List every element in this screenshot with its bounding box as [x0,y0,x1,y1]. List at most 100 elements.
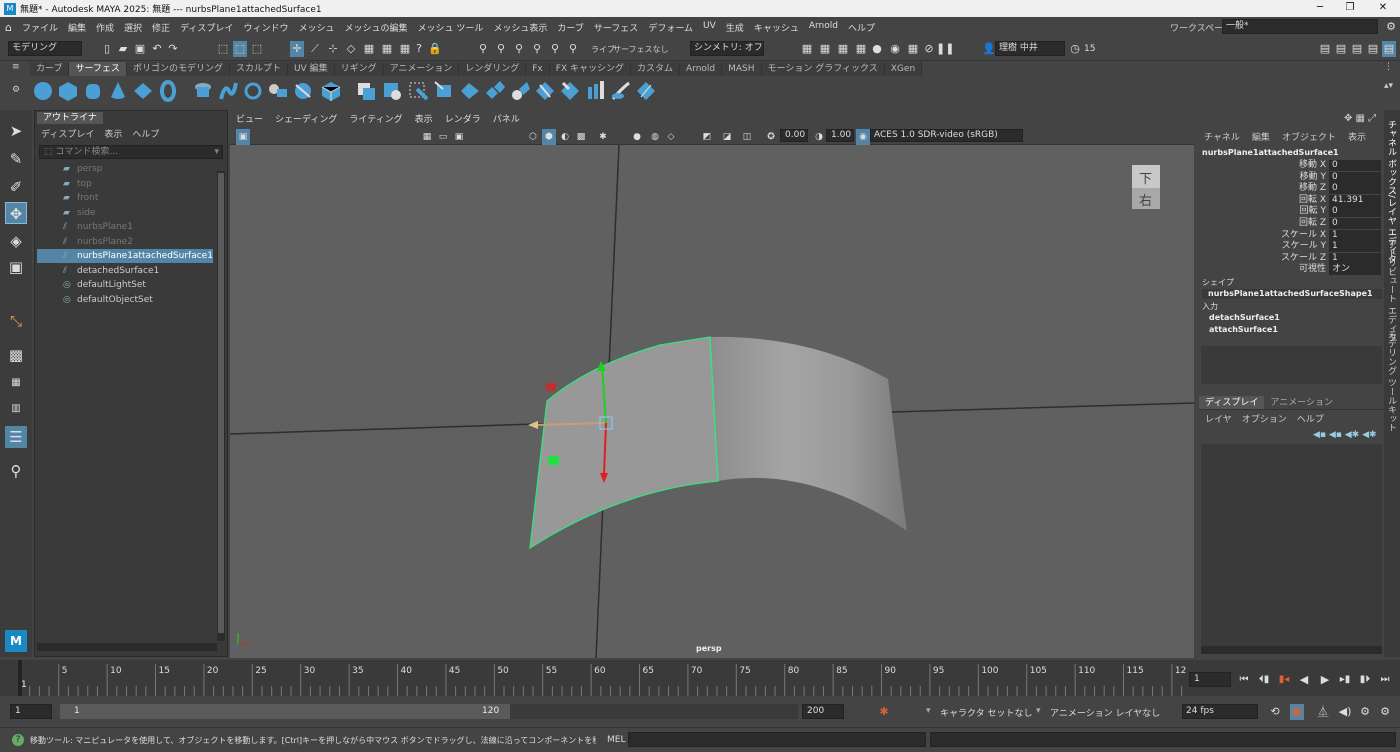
lights-icon[interactable]: ✱ [596,129,610,145]
step-forward-key-icon[interactable]: ▮⏵ [1358,672,1372,688]
bookmark-icon[interactable]: ⏅ [1316,704,1330,720]
notification-count[interactable]: 15 [1084,44,1095,54]
align-icon[interactable] [509,79,531,103]
snap-vertex-icon[interactable]: ▦ [380,41,394,57]
snap-curve-icon[interactable]: ⟋ [308,41,322,57]
shelf-tab[interactable]: スカルプト [230,62,288,76]
nurbs-cube-icon[interactable] [57,79,79,103]
film-gate-icon[interactable]: ▭ [436,129,450,145]
history-delete-icon[interactable]: ⚲ [566,41,580,57]
workspace-menu-icon[interactable]: ⚙ [1384,19,1398,35]
attribute-editor-icon[interactable]: ▤ [1334,41,1348,57]
wireframe-icon[interactable]: ⬡ [526,129,540,145]
channel-value[interactable]: 0 [1329,160,1381,171]
menu-item[interactable]: サーフェス [589,21,643,34]
current-frame-field[interactable]: 1 [1189,672,1231,687]
anim-layer-dropdown-icon[interactable]: ▾ [1036,706,1041,716]
menu-item[interactable]: ウィンドウ [238,21,293,34]
rotate-tool-icon[interactable]: ◈ [5,230,27,252]
menu-item[interactable]: ディスプレイ [175,21,238,34]
project-curve-icon[interactable] [381,79,403,103]
symmetry-dropdown[interactable]: シンメトリ: オフ [690,41,764,56]
snap-live-icon[interactable]: ▦ [398,41,412,57]
cache-icon[interactable]: ▦ [1290,704,1304,720]
shape-node[interactable]: nurbsPlane1attachedSurfaceShape1 [1202,289,1382,299]
nurbs-plane-icon[interactable] [132,79,154,103]
nurbs-sphere-icon[interactable] [32,79,54,103]
menu-item[interactable]: 生成 [721,21,749,34]
nurbs-torus-icon[interactable] [157,79,179,103]
viewport-scene[interactable]: 下 右 persp [230,145,1194,658]
extend-icon[interactable] [585,79,607,103]
shelf-tab[interactable]: MASH [722,62,762,76]
menu-item[interactable]: キャッシュ [749,21,804,34]
select-object-icon[interactable]: ⬚ [233,41,247,57]
scale-tool-icon[interactable]: ▣ [5,256,27,278]
outliner-item[interactable]: ▰ front [37,191,213,205]
arnold-render-icon[interactable]: ◉ [888,41,902,57]
insert-isoparm-icon[interactable] [559,79,581,103]
loop-icon[interactable]: ⟲ [1268,704,1282,720]
grid-icon[interactable]: ▦ [420,129,434,145]
outliner-menu-item[interactable]: ディスプレイ [41,127,94,140]
channel-value[interactable]: オン [1329,264,1381,276]
render-icon[interactable]: ▦ [818,41,832,57]
history-off-icon[interactable]: ⚲ [494,41,508,57]
attach-icon[interactable] [459,79,481,103]
planar-icon[interactable] [242,79,264,103]
search-icon[interactable]: ⚲ [5,460,27,482]
snap-surface-icon[interactable]: ▦ [362,41,376,57]
channel-row[interactable]: 移動 X0 [1199,160,1384,171]
shadows-icon[interactable]: ● [630,129,644,145]
outliner-item[interactable]: ◎ defaultObjectSet [37,293,213,307]
outliner-item[interactable]: ⫽ nurbsPlane1attachedSurface1 [37,249,213,263]
channel-row[interactable]: 回転 Z0 [1199,218,1384,229]
viewport-panel[interactable]: ビュー シェーディング ライティング 表示 レンダラ パネル ▣ ▦ ▭ ▣ ⬡ ⬢ ◐ … [230,112,1194,658]
layer-menu-item[interactable]: レイヤ [1205,412,1232,425]
channel-value[interactable]: 1 [1329,252,1381,264]
mel-command-input[interactable] [628,732,926,747]
textured-icon[interactable]: ▩ [574,129,588,145]
sculpt-icon[interactable] [610,79,632,103]
shelf-tab[interactable]: アニメーション [384,62,460,76]
menu-item[interactable]: デフォーム [643,21,698,34]
outliner-search-input[interactable]: ⬚ コマンド検索... ▾ [39,145,223,159]
channel-box-menu-item[interactable]: 編集 [1252,130,1270,143]
home-icon[interactable]: ⌂ [0,21,17,34]
channel-row[interactable]: スケール Y1 [1199,241,1384,253]
channel-box-icon[interactable]: ▤ [1366,41,1380,57]
menu-item[interactable]: ヘルプ [843,21,880,34]
antialias-icon[interactable]: ◇ [664,129,678,145]
intersect-icon[interactable] [355,79,377,103]
birail-icon[interactable] [292,79,314,103]
layer-tab[interactable]: アニメーション [1264,396,1339,409]
channel-row[interactable]: 回転 Y0 [1199,206,1384,218]
shelf-tab[interactable]: カーブ [30,62,70,76]
shelf-tab[interactable]: サーフェス [69,62,127,76]
maximize-button[interactable]: ❐ [1335,0,1365,17]
snap-point-icon[interactable]: ⊹ [326,41,340,57]
channel-row[interactable]: スケール X1 [1199,229,1384,241]
animation-start-field[interactable]: 1 [10,704,52,719]
sound-icon[interactable]: ◀) [1338,704,1352,720]
outliner-item[interactable]: ▰ top [37,177,213,191]
render-view-icon[interactable]: ▦ [800,41,814,57]
select-tool-icon[interactable]: ➤ [5,120,27,142]
anim-layer-dropdown[interactable]: アニメーション レイヤなし [1050,706,1160,719]
channel-value[interactable]: 1 [1329,241,1381,253]
menu-set-dropdown[interactable]: モデリング [8,41,82,56]
new-scene-icon[interactable]: ▯ [100,41,114,57]
hypershade-icon[interactable]: ● [870,41,884,57]
shelf-options-icon[interactable]: ⚙ [12,85,20,95]
viewport-menu-item[interactable]: シェーディング [269,112,343,128]
layer-buttons-icon[interactable]: ◀▪ ◀▪ ◀✱ ◀✱ [1313,430,1377,440]
modeling-toolkit-icon[interactable]: ▤ [1318,41,1332,57]
channel-box-tools-icon[interactable]: ✥ ▦ ⤢ [1344,113,1376,124]
outliner-scrollbar[interactable] [217,171,225,641]
resolution-gate-icon[interactable]: ▣ [452,129,466,145]
last-tool-icon[interactable]: ⤡ [5,310,27,332]
animation-end-field[interactable]: 200 [802,704,844,719]
outliner-tab[interactable]: アウトライナ [37,112,103,124]
layer-editor-icon[interactable]: ▤ [1382,41,1396,57]
layer-scrollbar[interactable] [1201,646,1382,654]
